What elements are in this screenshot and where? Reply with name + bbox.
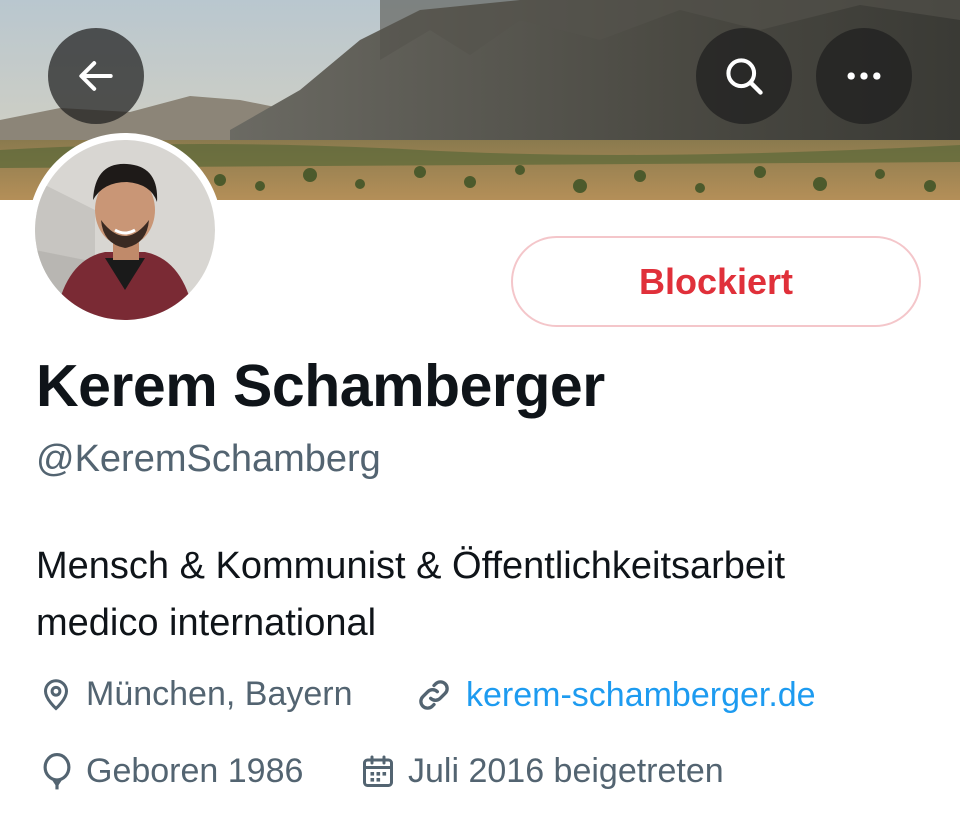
- blocked-button[interactable]: Blockiert: [511, 236, 921, 327]
- bio-line: medico international: [36, 602, 377, 644]
- location-pin-icon: [43, 678, 69, 711]
- location-text: München, Bayern: [86, 675, 353, 713]
- location-item: München, Bayern: [38, 675, 353, 714]
- profile-bio: Mensch & Kommunist & Öffentlichkeitsarbe…: [36, 538, 936, 652]
- birthday-text: Geboren 1986: [86, 752, 304, 790]
- more-horizontal-icon: [847, 72, 881, 80]
- balloon-icon: [43, 752, 71, 789]
- avatar[interactable]: [35, 140, 215, 320]
- website-item[interactable]: kerem-schamberger.de: [414, 675, 816, 715]
- calendar-icon: [363, 755, 393, 787]
- joined-item: Juli 2016 beigetreten: [360, 752, 724, 791]
- bio-line: Mensch & Kommunist & Öffentlichkeitsarbe…: [36, 545, 786, 587]
- website-link[interactable]: kerem-schamberger.de: [466, 676, 816, 715]
- back-button[interactable]: [48, 28, 144, 124]
- link-icon: [419, 680, 449, 710]
- search-button[interactable]: [696, 28, 792, 124]
- user-handle: @KeremSchamberg: [36, 438, 381, 480]
- birthday-item: Geboren 1986: [40, 752, 303, 791]
- avatar-image: [35, 140, 215, 320]
- avatar-frame[interactable]: [28, 133, 222, 327]
- search-icon: [726, 58, 763, 95]
- joined-text: Juli 2016 beigetreten: [408, 752, 724, 790]
- display-name: Kerem Schamberger: [36, 353, 605, 419]
- more-options-button[interactable]: [816, 28, 912, 124]
- arrow-left-icon: [79, 61, 113, 91]
